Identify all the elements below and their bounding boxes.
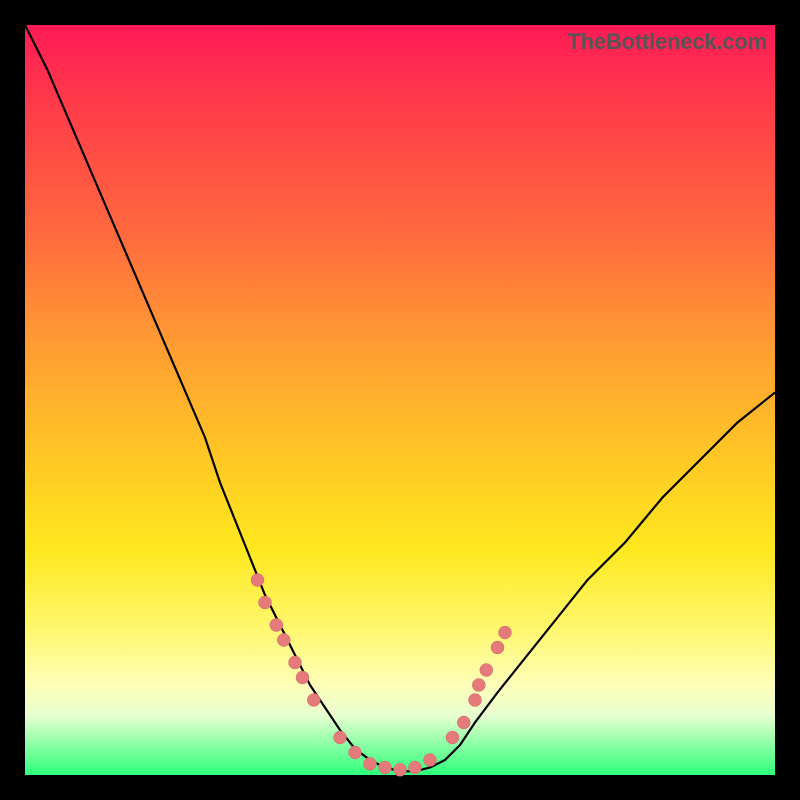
marker-dot (334, 731, 347, 744)
bottleneck-curve (25, 25, 775, 771)
marker-dot (457, 716, 470, 729)
marker-dot (480, 664, 493, 677)
marker-dot (277, 634, 290, 647)
marker-dot (491, 641, 504, 654)
marker-dot (270, 619, 283, 632)
marker-dot (349, 746, 362, 759)
marker-dot (394, 763, 407, 776)
chart-svg (25, 25, 775, 775)
marker-dot (364, 757, 377, 770)
marker-dot (307, 694, 320, 707)
marker-dot (472, 679, 485, 692)
marker-cluster-right (446, 626, 512, 744)
marker-dot (424, 754, 437, 767)
marker-dot (289, 656, 302, 669)
marker-cluster-valley (334, 731, 437, 776)
marker-dot (446, 731, 459, 744)
marker-dot (251, 574, 264, 587)
marker-dot (469, 694, 482, 707)
marker-dot (259, 596, 272, 609)
marker-dot (379, 761, 392, 774)
marker-dot (296, 671, 309, 684)
marker-dot (499, 626, 512, 639)
marker-dot (409, 761, 422, 774)
chart-frame: TheBottleneck.com (25, 25, 775, 775)
